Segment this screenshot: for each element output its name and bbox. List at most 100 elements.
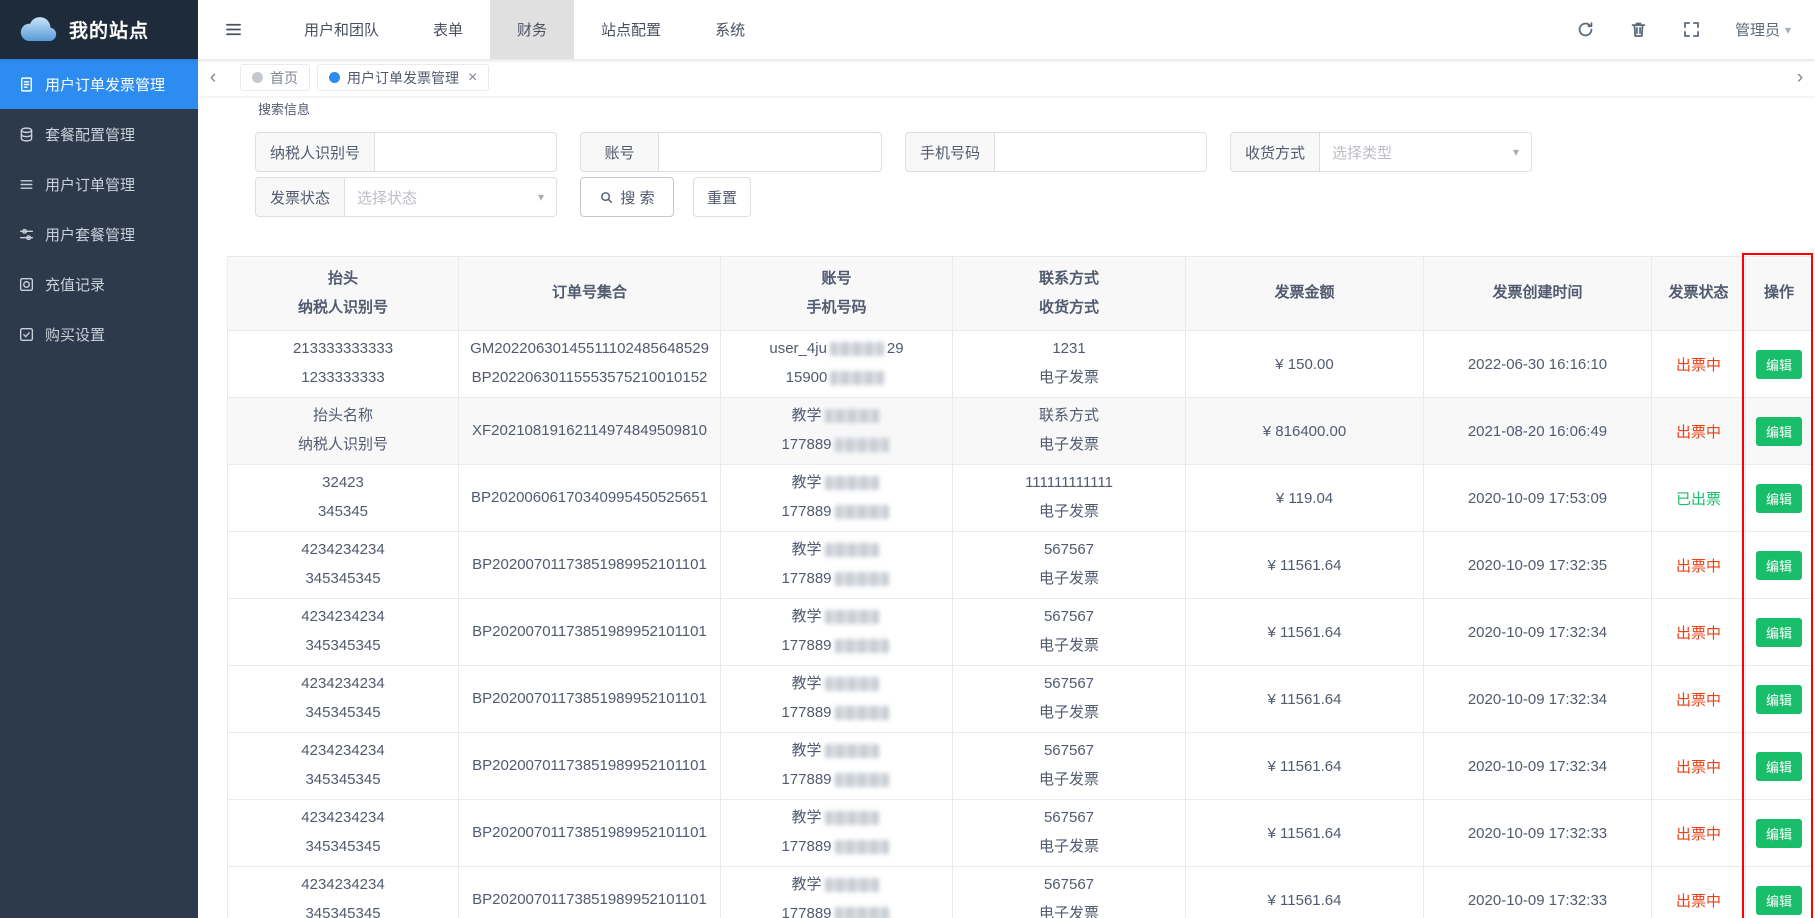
redacted-blur: [825, 811, 879, 825]
created-time: 2020-10-09 17:32:33: [1468, 892, 1607, 909]
title-line: 抬头名称: [228, 402, 458, 431]
order-list-icon: [18, 176, 35, 193]
title-line: 345345345: [228, 699, 458, 728]
sidebar-item[interactable]: 用户订单管理: [0, 159, 198, 209]
tabbar: ‹ 首页用户订单发票管理× ›: [198, 59, 1815, 96]
account-line: 教学: [721, 402, 952, 431]
sidebar-item[interactable]: 购买设置: [0, 309, 198, 359]
topnav-item[interactable]: 系统: [688, 0, 772, 59]
cell-amount: ¥ 816400.00: [1186, 398, 1424, 465]
column-header: 发票金额: [1186, 257, 1424, 331]
redacted-blur: [825, 543, 879, 557]
edit-button[interactable]: 编辑: [1756, 685, 1802, 714]
cell-contact: 567567电子发票: [953, 599, 1186, 666]
redacted-blur: [825, 409, 879, 423]
tabs-scroll-left-icon[interactable]: ‹: [198, 67, 228, 89]
amount-value: ¥ 816400.00: [1263, 423, 1346, 440]
header-line: 联系方式: [953, 265, 1185, 294]
cell-title: 4234234234345345345: [228, 599, 459, 666]
search-field-label: 账号: [580, 132, 659, 172]
topnav-item[interactable]: 表单: [406, 0, 490, 59]
table-row: 抬头名称纳税人识别号XF20210819162114974849509810教学…: [228, 398, 1813, 465]
edit-button[interactable]: 编辑: [1756, 618, 1802, 647]
order-number: BP20200701173851989952101101: [459, 551, 720, 580]
sidebar-item[interactable]: 用户订单发票管理: [0, 59, 198, 109]
topnav-item[interactable]: 财务: [490, 0, 574, 59]
contact-line: 电子发票: [953, 833, 1185, 862]
search-field-group: 纳税人识别号: [255, 132, 557, 172]
title-line: 4234234234: [228, 536, 458, 565]
edit-button[interactable]: 编辑: [1756, 886, 1802, 915]
chevron-down-icon: ▾: [538, 190, 544, 204]
search-select[interactable]: 选择类型▾: [1320, 132, 1532, 172]
topnav-item[interactable]: 站点配置: [574, 0, 688, 59]
search-input[interactable]: [995, 132, 1207, 172]
status-text: 已出票: [1676, 491, 1721, 508]
tab-dot-icon: [252, 72, 263, 83]
sidebar-item-label: 用户订单管理: [45, 174, 135, 195]
edit-button[interactable]: 编辑: [1756, 551, 1802, 580]
select-placeholder: 选择类型: [1332, 142, 1392, 163]
cell-action: 编辑: [1746, 532, 1813, 599]
cell-status: 出票中: [1652, 398, 1746, 465]
fullscreen-icon[interactable]: [1682, 20, 1701, 39]
cell-created-time: 2022-06-30 16:16:10: [1424, 331, 1652, 398]
sidebar-item[interactable]: 充值记录: [0, 259, 198, 309]
search-field-label: 手机号码: [905, 132, 995, 172]
table-row: 32423345345BP20200606170340995450525651教…: [228, 465, 1813, 532]
sidebar-collapse-icon[interactable]: [198, 0, 269, 59]
redacted-blur: [825, 878, 879, 892]
status-text: 出票中: [1676, 357, 1721, 374]
cell-amount: ¥ 11561.64: [1186, 867, 1424, 918]
tab[interactable]: 用户订单发票管理×: [317, 64, 489, 91]
table-row: 2133333333331233333333GM2022063014551110…: [228, 331, 1813, 398]
close-icon[interactable]: ×: [468, 69, 477, 87]
edit-button[interactable]: 编辑: [1756, 819, 1802, 848]
search-input[interactable]: [659, 132, 882, 172]
order-number: GM20220630145511102485648529: [459, 335, 720, 364]
cloud-logo-icon: [16, 16, 60, 43]
table-row: 4234234234345345345BP2020070117385198995…: [228, 733, 1813, 800]
cell-orders: BP20200701173851989952101101: [459, 666, 721, 733]
cell-amount: ¥ 11561.64: [1186, 532, 1424, 599]
trash-icon[interactable]: [1629, 20, 1648, 39]
order-number: BP20200701173851989952101101: [459, 886, 720, 915]
tabs-scroll-right-icon[interactable]: ›: [1785, 67, 1815, 89]
topnav: 用户和团队表单财务站点配置系统 管理员 ▾: [198, 0, 1815, 59]
search-button[interactable]: 搜 索: [580, 177, 674, 217]
edit-button[interactable]: 编辑: [1756, 752, 1802, 781]
account-line: 教学: [721, 603, 952, 632]
tab[interactable]: 首页: [240, 64, 310, 91]
search-select[interactable]: 选择状态▾: [345, 177, 557, 217]
contact-line: 111111111111: [953, 469, 1185, 498]
header-line: 抬头: [228, 265, 458, 294]
refresh-icon[interactable]: [1576, 20, 1595, 39]
contact-line: 电子发票: [953, 900, 1185, 918]
cell-status: 出票中: [1652, 666, 1746, 733]
edit-button[interactable]: 编辑: [1756, 484, 1802, 513]
status-text: 出票中: [1676, 759, 1721, 776]
recharge-record-icon: [18, 276, 35, 293]
account-text: 177889: [781, 637, 831, 654]
invoice-table: 抬头纳税人识别号订单号集合账号手机号码联系方式收货方式发票金额发票创建时间发票状…: [227, 256, 1812, 918]
cell-orders: BP20200701173851989952101101: [459, 867, 721, 918]
order-number: BP20200701173851989952101101: [459, 685, 720, 714]
cell-orders: BP20200701173851989952101101: [459, 599, 721, 666]
cell-account: 教学177889: [721, 398, 953, 465]
reset-button[interactable]: 重置: [693, 177, 751, 217]
brand-title: 我的站点: [69, 16, 149, 43]
edit-button[interactable]: 编辑: [1756, 350, 1802, 379]
sidebar-item[interactable]: 套餐配置管理: [0, 109, 198, 159]
cell-created-time: 2020-10-09 17:32:34: [1424, 666, 1652, 733]
sidebar-item[interactable]: 用户套餐管理: [0, 209, 198, 259]
topnav-item[interactable]: 用户和团队: [277, 0, 406, 59]
sidebar-item-label: 购买设置: [45, 324, 105, 345]
column-header: 发票状态: [1652, 257, 1746, 331]
amount-value: ¥ 11561.64: [1268, 892, 1342, 909]
search-input[interactable]: [375, 132, 557, 172]
user-menu[interactable]: 管理员 ▾: [1735, 19, 1791, 40]
edit-button[interactable]: 编辑: [1756, 417, 1802, 446]
cell-contact: 1231电子发票: [953, 331, 1186, 398]
created-time: 2021-08-20 16:06:49: [1468, 423, 1607, 440]
redacted-blur: [825, 610, 879, 624]
